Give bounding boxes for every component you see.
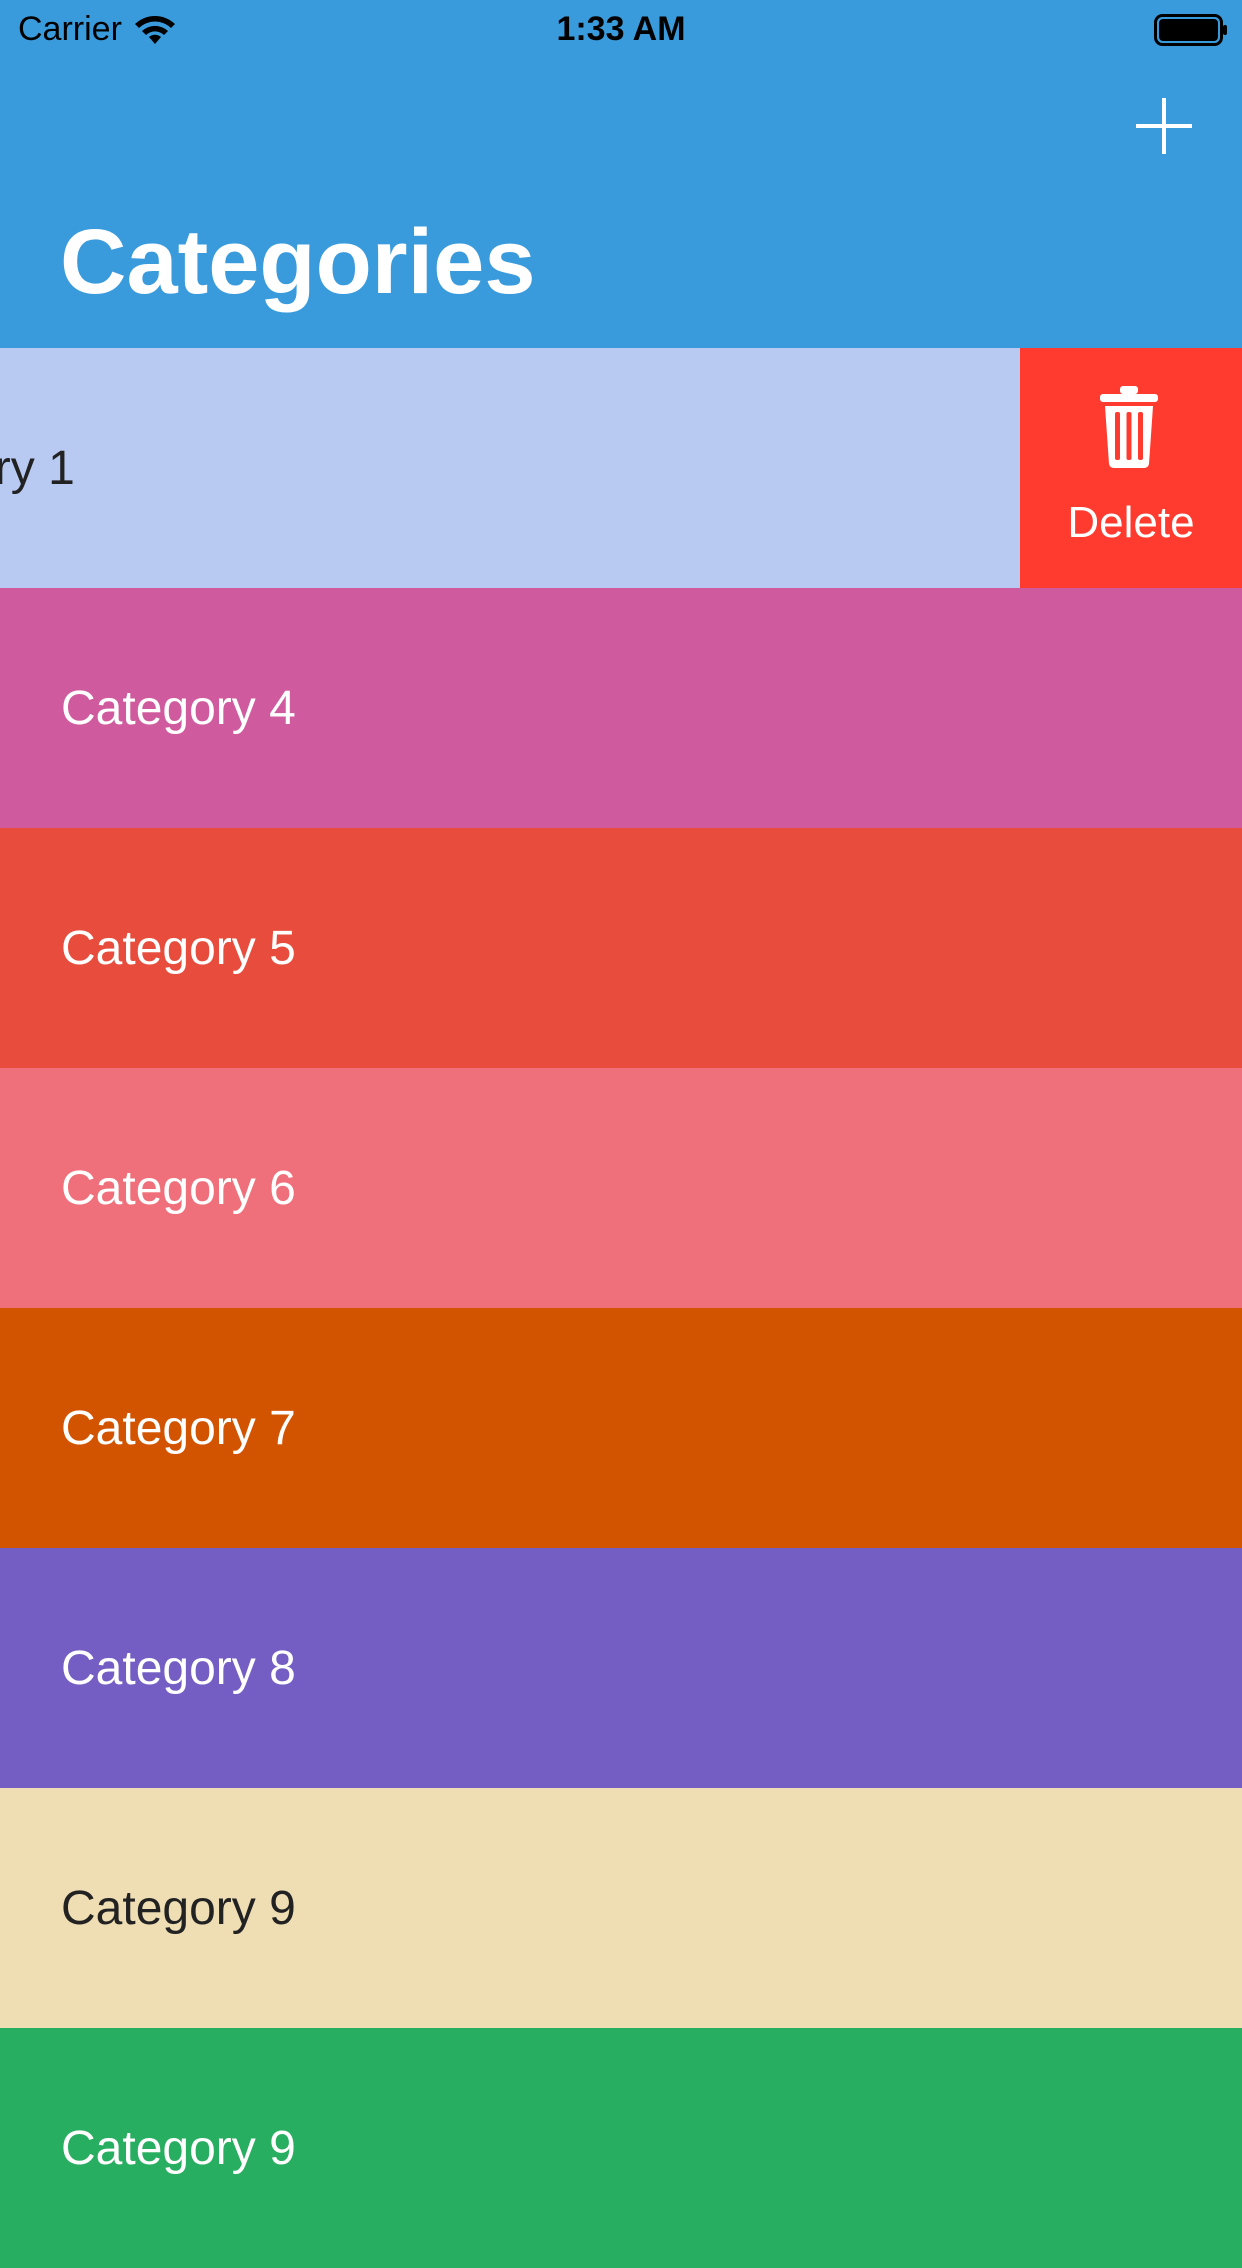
list-item-label: Category 9 xyxy=(61,2121,296,2175)
plus-icon[interactable] xyxy=(1130,92,1198,160)
status-time: 1:33 AM xyxy=(556,10,686,48)
list-item-label: Category 4 xyxy=(61,681,296,735)
list-item[interactable]: Category 9 xyxy=(0,2028,1242,2268)
page-title: Categories xyxy=(60,211,536,313)
list-item-label: Category 6 xyxy=(61,1161,296,1215)
navigation-bar: Categories xyxy=(0,62,1242,348)
list-item-label: Category 5 xyxy=(61,921,296,975)
list-item[interactable]: Category 7 xyxy=(0,1308,1242,1548)
rows-container: Category 4 Category 5 Category 6 Category 7… xyxy=(0,588,1242,2268)
list-item-label: Category 8 xyxy=(61,1641,296,1695)
list-item-label: Category 7 xyxy=(61,1401,296,1455)
delete-label: Delete xyxy=(1067,498,1195,547)
list-item[interactable]: Category 9 xyxy=(0,1788,1242,2028)
list-item-swiped[interactable]: Category 1 Delete xyxy=(0,348,1242,588)
swiped-row-content[interactable]: Category 1 xyxy=(0,348,1020,588)
status-bar: Carrier 1:33 AM xyxy=(0,0,1242,62)
category-list: Category 1 Delete Category 4Category 5Ca… xyxy=(0,348,1242,2268)
list-item[interactable]: Category 8 xyxy=(0,1548,1242,1788)
list-item[interactable]: Category 4 xyxy=(0,588,1242,828)
list-item[interactable]: Category 5 xyxy=(0,828,1242,1068)
delete-button[interactable]: Delete xyxy=(1020,348,1242,588)
battery-icon xyxy=(1154,14,1227,46)
list-item[interactable]: Category 6 xyxy=(0,1068,1242,1308)
list-item-label: Category 9 xyxy=(61,1881,296,1935)
trash-icon xyxy=(1100,386,1158,468)
list-item-label: Category 1 xyxy=(0,441,75,495)
